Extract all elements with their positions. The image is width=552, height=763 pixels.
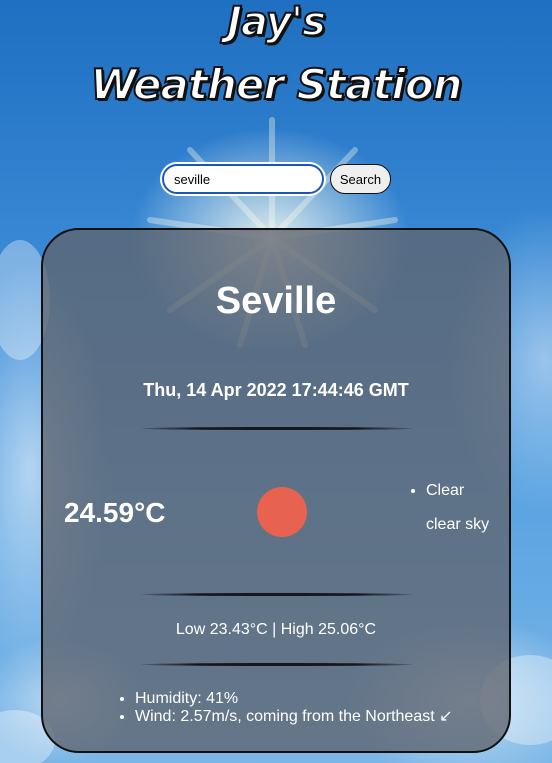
divider (141, 663, 413, 666)
humidity-item: Humidity: 41% (135, 690, 509, 708)
divider (141, 427, 413, 430)
current-temperature: 24.59°C (64, 497, 166, 528)
weather-card: Seville Thu, 14 Apr 2022 17:44:46 GMT 24… (41, 228, 511, 753)
details-list: Humidity: 41% Wind: 2.57m/s, coming from… (118, 690, 509, 726)
search-bar: Search (0, 162, 552, 197)
conditions-list: Clear clear sky (409, 474, 509, 542)
search-input[interactable] (160, 162, 326, 196)
divider (141, 593, 413, 596)
city-name: Seville (215, 280, 337, 322)
wind-item: Wind: 2.57m/s, coming from the Northeast… (135, 708, 509, 726)
condition-main: Clear (426, 474, 509, 508)
app-title-line1: Jay's (226, 0, 327, 45)
app-title-line2: Weather Station (89, 60, 463, 109)
low-high-temperature: Low 23.43°C | High 25.06°C (175, 621, 377, 638)
date-time: Thu, 14 Apr 2022 17:44:46 GMT (143, 380, 409, 400)
sun-icon (257, 487, 307, 537)
condition-description: clear sky (426, 516, 490, 533)
search-button[interactable]: Search (330, 164, 391, 194)
